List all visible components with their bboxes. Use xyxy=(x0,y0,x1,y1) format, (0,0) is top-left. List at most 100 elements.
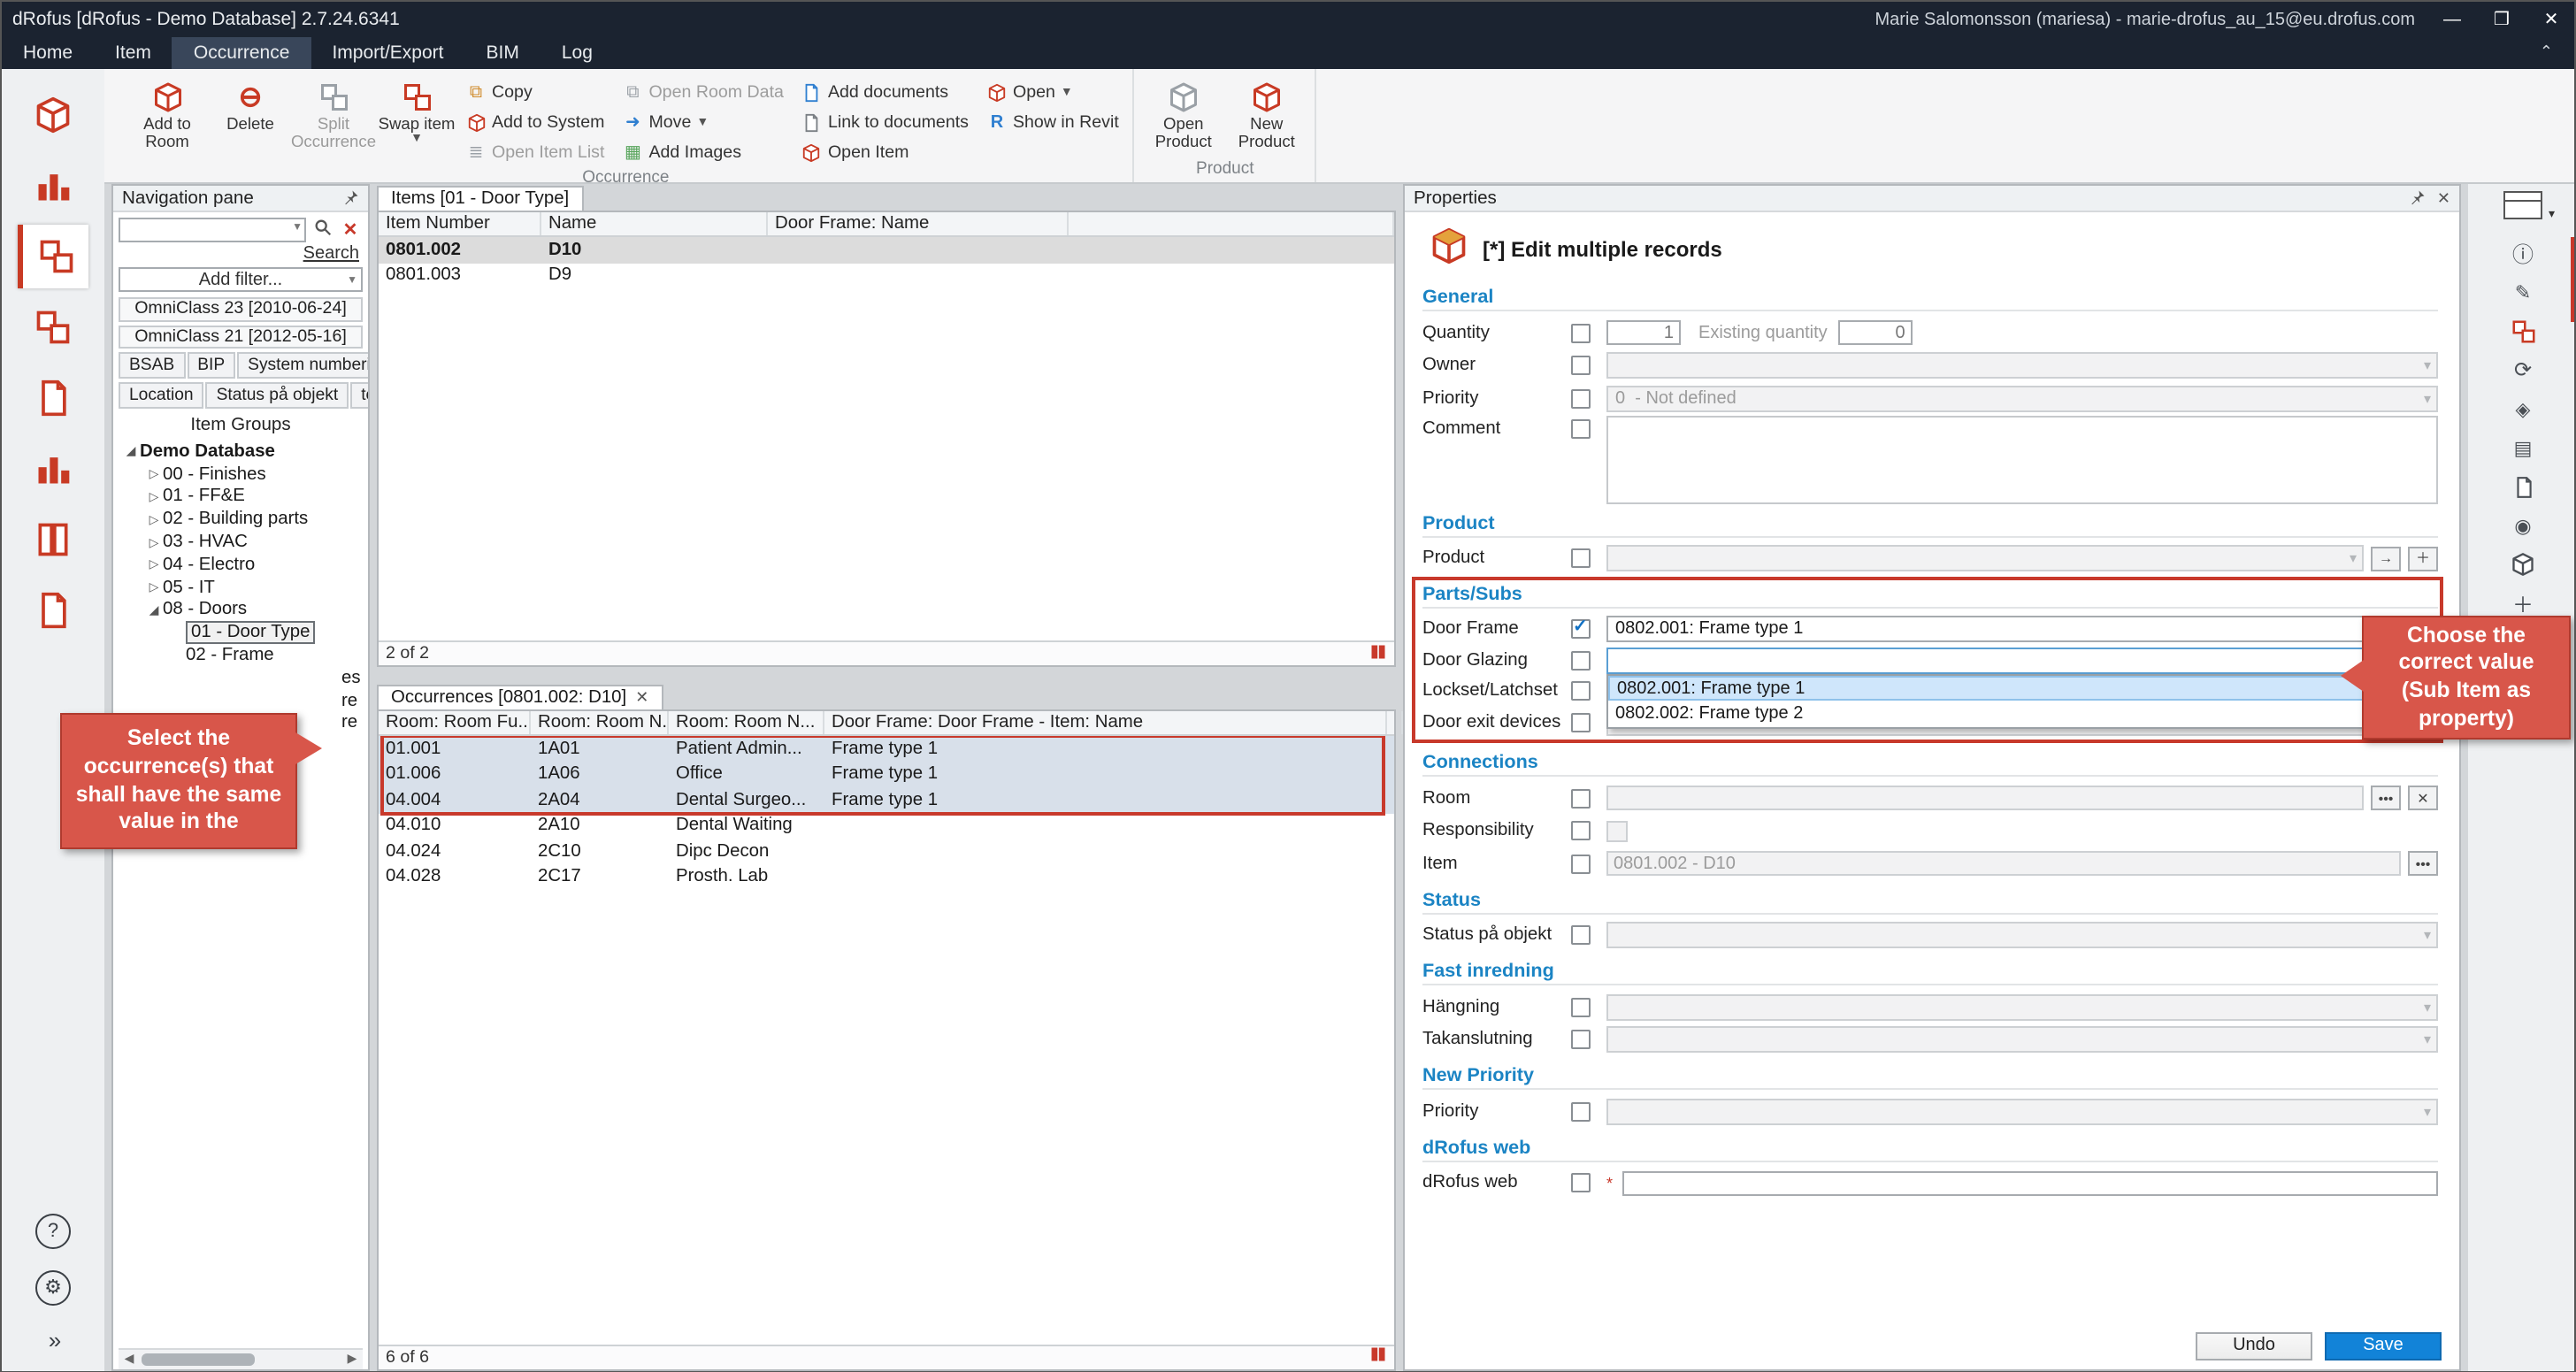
column-header-room-room-fu[interactable]: Room: Room Fu... xyxy=(379,711,531,734)
occurrence-list-icon[interactable] xyxy=(2468,311,2576,350)
room-browse-icon[interactable]: ••• xyxy=(2371,786,2401,811)
nav-tab-status-p-objekt[interactable]: Status på objekt xyxy=(206,382,349,409)
expand-sidebar-icon[interactable]: » xyxy=(49,1326,58,1353)
filter-button-omniclass-23-2010-06-24[interactable]: OmniClass 23 [2010-06-24] xyxy=(119,297,363,321)
new-priority-dropdown[interactable] xyxy=(1606,1099,2438,1125)
expand-icon[interactable]: ▷ xyxy=(145,580,163,594)
collapse-icon[interactable]: ◢ xyxy=(122,445,140,459)
save-button[interactable]: Save xyxy=(2325,1331,2442,1360)
logs-icon[interactable] xyxy=(18,579,88,642)
occurrence-row-04-010[interactable]: 04.0102A10Dental Waiting xyxy=(379,813,1394,839)
document-icon[interactable] xyxy=(2468,467,2576,506)
status-objekt-dropdown[interactable] xyxy=(1606,923,2438,949)
collapse-icon[interactable]: ◢ xyxy=(145,603,163,617)
items-row-0801-003[interactable]: 0801.003D9 xyxy=(379,263,1394,288)
existing-quantity-input[interactable] xyxy=(1838,321,1913,346)
tree-item-demo-database[interactable]: ◢Demo Database xyxy=(119,441,363,464)
ribbon-copy-button[interactable]: ⧉Copy xyxy=(458,80,611,106)
column-header-room-room-n[interactable]: Room: Room N... xyxy=(669,711,824,734)
dropdown-option-0802-002-frame-type-2[interactable]: 0802.002: Frame type 2 xyxy=(1608,701,2436,727)
expand-icon[interactable]: ▷ xyxy=(145,558,163,572)
responsibility-value-checkbox[interactable] xyxy=(1606,821,1628,842)
image-icon[interactable]: ◉ xyxy=(2468,506,2576,545)
ribbon-open-item-list-button[interactable]: ≣Open Item List xyxy=(458,140,611,166)
occurrence-row-04-024[interactable]: 04.0242C10Dipc Decon xyxy=(379,839,1394,864)
close-properties-icon[interactable]: ✕ xyxy=(2437,188,2450,208)
occurrences-tab[interactable]: Occurrences [0801.002: D10] ✕ xyxy=(377,685,663,709)
door-exit-devices-checkbox[interactable] xyxy=(1571,713,1591,732)
menu-tab-home[interactable]: Home xyxy=(2,37,94,69)
expand-icon[interactable]: ▷ xyxy=(145,513,163,527)
tree-item-08-doors[interactable]: ◢08 - Doors xyxy=(119,599,363,622)
ribbon-open-button[interactable]: Open▼ xyxy=(979,80,1126,106)
tree-item-02-building-parts[interactable]: ▷02 - Building parts xyxy=(119,509,363,532)
occurrence-row-01-001[interactable]: 01.0011A01Patient Admin...Frame type 1 xyxy=(379,736,1394,762)
occurrence-row-04-028[interactable]: 04.0282C17Prosth. Lab xyxy=(379,864,1394,890)
help-icon[interactable]: ? xyxy=(35,1213,71,1248)
info-icon[interactable]: ⓘ xyxy=(2468,234,2576,272)
tree-item-05-it[interactable]: ▷05 - IT xyxy=(119,577,363,600)
collapse-ribbon-icon[interactable]: ⌃ xyxy=(2518,37,2574,69)
quantity-checkbox[interactable] xyxy=(1571,324,1591,343)
nav-tab-system-numbering[interactable]: System numbering xyxy=(237,352,368,379)
expand-icon[interactable]: ▷ xyxy=(145,467,163,481)
status-objekt-checkbox[interactable] xyxy=(1571,926,1591,946)
ribbon-split-occurrence-button[interactable]: Split Occurrence xyxy=(292,73,375,166)
responsibility-checkbox[interactable] xyxy=(1571,822,1591,841)
ribbon-show-in-revit-button[interactable]: RShow in Revit xyxy=(979,110,1126,136)
menu-tab-occurrence[interactable]: Occurrence xyxy=(172,37,311,69)
ribbon-swap-item-button[interactable]: Swap item▼ xyxy=(375,73,458,166)
menu-tab-log[interactable]: Log xyxy=(540,37,614,69)
room-function-icon[interactable] xyxy=(18,154,88,218)
documents-icon[interactable] xyxy=(18,366,88,430)
products-icon[interactable] xyxy=(18,295,88,359)
ribbon-new-product-button[interactable]: New Product xyxy=(1225,73,1308,157)
lockset-checkbox[interactable] xyxy=(1571,682,1591,701)
pin-icon[interactable] xyxy=(343,188,359,208)
hangning-checkbox[interactable] xyxy=(1571,998,1591,1017)
clear-search-icon[interactable]: ✕ xyxy=(338,220,363,240)
ribbon-add-images-button[interactable]: ▦Add Images xyxy=(615,140,791,166)
search-icon[interactable] xyxy=(310,218,334,242)
scroll-left-icon[interactable]: ◀ xyxy=(119,1352,140,1366)
column-header-room-room-n[interactable]: Room: Room N... xyxy=(531,711,669,734)
ribbon-move-button[interactable]: ➜Move▼ xyxy=(615,110,791,136)
scroll-right-icon[interactable]: ▶ xyxy=(341,1352,363,1366)
finance-icon[interactable] xyxy=(18,437,88,501)
item-browse-icon[interactable]: ••• xyxy=(2408,852,2438,877)
hangning-dropdown[interactable] xyxy=(1606,994,2438,1021)
column-header-name[interactable]: Name xyxy=(541,212,768,235)
column-header-door-frame-name[interactable]: Door Frame: Name xyxy=(768,212,1069,235)
expand-icon[interactable]: ▷ xyxy=(145,490,163,504)
items-row-0801-002[interactable]: 0801.002D10 xyxy=(379,237,1394,263)
close-icon[interactable]: ✕ xyxy=(2539,10,2564,29)
undo-button[interactable]: Undo xyxy=(2196,1331,2312,1360)
room-checkbox[interactable] xyxy=(1571,789,1591,809)
close-tab-icon[interactable]: ✕ xyxy=(635,688,648,708)
ribbon-open-room-data-button[interactable]: ⧉Open Room Data xyxy=(615,80,791,106)
priority-dropdown[interactable]: 0 - Not defined xyxy=(1606,386,2438,412)
door-frame-dropdown[interactable]: 0802.001: Frame type 1 xyxy=(1606,617,2438,643)
filter-button-omniclass-21-2012-05-16[interactable]: OmniClass 21 [2012-05-16] xyxy=(119,325,363,349)
reports-icon[interactable] xyxy=(18,508,88,571)
product-checkbox[interactable] xyxy=(1571,549,1591,569)
open-product-arrow-icon[interactable]: → xyxy=(2371,547,2401,571)
tree-item-00-finishes[interactable]: ▷00 - Finishes xyxy=(119,464,363,487)
takanslutning-dropdown[interactable] xyxy=(1606,1027,2438,1054)
ribbon-add-documents-button[interactable]: Add documents xyxy=(794,80,976,106)
add-filter-dropdown[interactable]: Add filter... ▼ xyxy=(119,267,363,292)
edit-item-icon[interactable]: ✎ xyxy=(2468,272,2576,311)
nav-horizontal-scrollbar[interactable]: ◀ ▶ xyxy=(119,1347,363,1368)
takanslutning-checkbox[interactable] xyxy=(1571,1031,1591,1050)
column-header-item-number[interactable]: Item Number xyxy=(379,212,541,235)
room-input[interactable] xyxy=(1606,786,2364,811)
occurrence-row-04-004[interactable]: 04.0042A04Dental Surgeo...Frame type 1 xyxy=(379,787,1394,813)
ribbon-delete-button[interactable]: ⊖Delete xyxy=(209,73,292,166)
settings-gear-icon[interactable]: ⚙ xyxy=(35,1269,71,1305)
maximize-icon[interactable]: ❒ xyxy=(2489,10,2514,29)
ribbon-link-to-documents-button[interactable]: Link to documents xyxy=(794,110,976,136)
owner-dropdown[interactable] xyxy=(1606,353,2438,379)
ribbon-add-to-system-button[interactable]: Add to System xyxy=(458,110,611,136)
owner-checkbox[interactable] xyxy=(1571,356,1591,376)
view-table-icon[interactable] xyxy=(2503,191,2542,219)
